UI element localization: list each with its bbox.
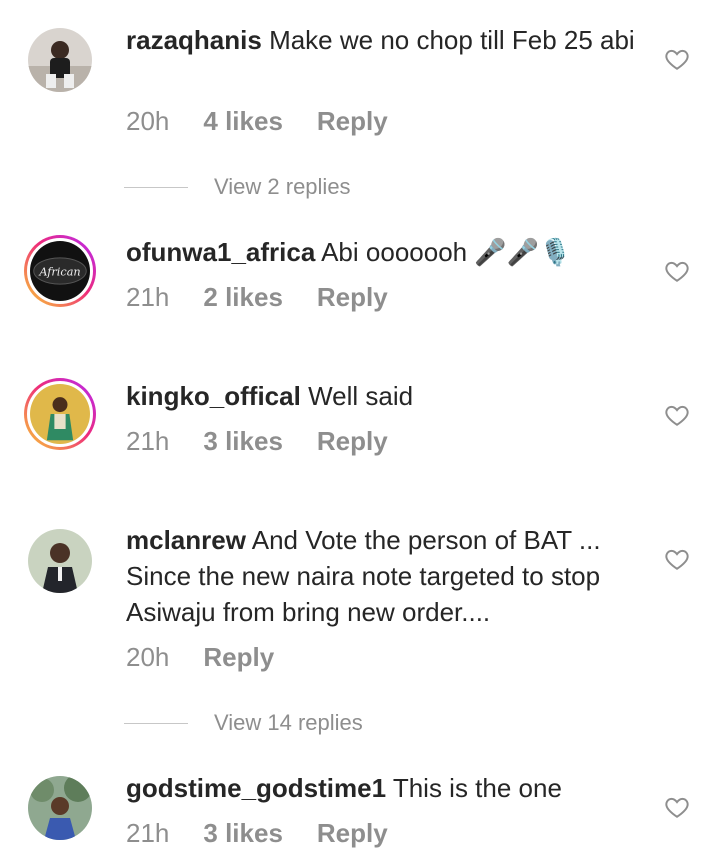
reply-button[interactable]: Reply <box>317 818 388 849</box>
reply-button[interactable]: Reply <box>317 426 388 457</box>
comment-username[interactable]: kingko_offical <box>126 381 301 411</box>
avatar-image <box>28 776 92 840</box>
comment-body: Well said <box>308 381 414 411</box>
comment-likes[interactable]: 4 likes <box>203 106 283 137</box>
heart-outline-icon[interactable] <box>664 402 690 428</box>
reply-button[interactable]: Reply <box>317 282 388 313</box>
avatar[interactable] <box>24 24 96 96</box>
view-replies-link[interactable]: View 14 replies <box>124 710 363 736</box>
avatar[interactable] <box>24 378 96 450</box>
comment-text-block: mclanrew And Vote the person of BAT ... … <box>126 522 646 630</box>
comment-meta: 20h 4 likes Reply <box>126 106 422 137</box>
comment-text-block: razaqhanis Make we no chop till Feb 25 a… <box>126 22 646 58</box>
avatar-image <box>30 384 90 444</box>
reply-button[interactable]: Reply <box>203 642 274 673</box>
comment-likes[interactable]: 2 likes <box>203 282 283 313</box>
comment-text-block: godstime_godstime1 This is the one <box>126 770 646 806</box>
avatar-image: African <box>30 241 90 301</box>
replies-divider <box>124 722 188 724</box>
view-replies-label: View 14 replies <box>214 710 363 735</box>
comment-likes[interactable]: 3 likes <box>203 818 283 849</box>
replies-divider <box>124 186 188 188</box>
comment-body: This is the one <box>392 773 562 803</box>
comment-meta: 21h 3 likes Reply <box>126 818 422 849</box>
heart-outline-icon[interactable] <box>664 794 690 820</box>
comment-likes[interactable]: 3 likes <box>203 426 283 457</box>
comment-body: Abi ooooooh 🎤🎤🎙️ <box>321 237 572 267</box>
comment-time: 21h <box>126 818 170 848</box>
comment-text-block: ofunwa1_africa Abi ooooooh 🎤🎤🎙️ <box>126 234 646 270</box>
comment-username[interactable]: mclanrew <box>126 525 246 555</box>
comment-username[interactable]: razaqhanis <box>126 25 262 55</box>
view-replies-link[interactable]: View 2 replies <box>124 174 351 200</box>
comment-time: 20h <box>126 106 170 136</box>
heart-outline-icon[interactable] <box>664 546 690 572</box>
comment-meta: 20h Reply <box>126 642 308 673</box>
heart-outline-icon[interactable] <box>664 46 690 72</box>
comment-text-block: kingko_offical Well said <box>126 378 646 414</box>
avatar-image <box>28 529 92 593</box>
avatar[interactable] <box>24 525 96 597</box>
comment-username[interactable]: godstime_godstime1 <box>126 773 386 803</box>
comment-body: Make we no chop till Feb 25 abi <box>269 25 635 55</box>
comment-time: 21h <box>126 282 170 312</box>
comment-time: 21h <box>126 426 170 456</box>
avatar-logo-text: African <box>38 266 80 279</box>
heart-outline-icon[interactable] <box>664 258 690 284</box>
avatar[interactable] <box>24 772 96 844</box>
avatar[interactable]: African <box>24 235 96 307</box>
reply-button[interactable]: Reply <box>317 106 388 137</box>
comment-time: 20h <box>126 642 170 672</box>
comment-meta: 21h 3 likes Reply <box>126 426 422 457</box>
avatar-image <box>28 28 92 92</box>
view-replies-label: View 2 replies <box>214 174 351 199</box>
comment-username[interactable]: ofunwa1_africa <box>126 237 315 267</box>
comment-meta: 21h 2 likes Reply <box>126 282 422 313</box>
